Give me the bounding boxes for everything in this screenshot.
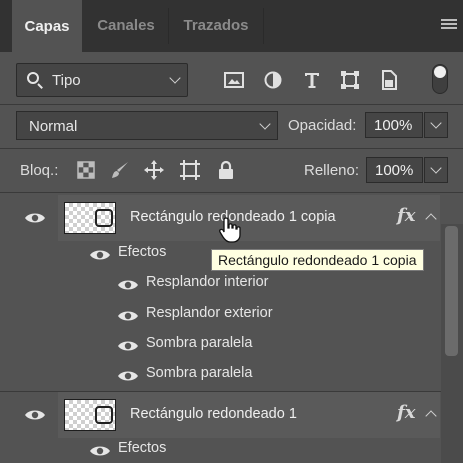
visibility-eye-icon[interactable] <box>117 309 139 323</box>
effect-name: Sombra paralela <box>146 335 253 351</box>
effects-label: Efectos <box>118 440 167 456</box>
visibility-eye-icon[interactable] <box>89 248 111 262</box>
smart-object-filter-icon[interactable] <box>377 68 401 92</box>
blend-mode-value: Normal <box>29 118 78 135</box>
visibility-eye-icon[interactable] <box>24 408 46 422</box>
opacity-input[interactable]: 100% <box>365 112 423 138</box>
adjustment-filter-icon[interactable] <box>261 68 285 92</box>
lock-transparent-pixels-icon[interactable] <box>74 158 98 182</box>
hand-cursor-icon <box>219 217 241 243</box>
effect-name: Sombra paralela <box>146 365 253 381</box>
shape-layer-icon <box>95 209 113 227</box>
layer-name[interactable]: Rectángulo redondeado 1 <box>130 406 297 422</box>
lock-label: Bloq.: <box>20 162 59 179</box>
layer-filter-select[interactable]: Tipo <box>16 63 188 97</box>
chevron-down-icon <box>430 162 442 174</box>
tab-layers-label: Capas <box>24 17 70 35</box>
image-filter-icon[interactable] <box>222 68 246 92</box>
visibility-eye-icon[interactable] <box>24 211 46 225</box>
fill-dropdown-button[interactable] <box>424 157 448 183</box>
effects-group-row[interactable]: Efectos <box>0 434 440 463</box>
effect-name: Resplandor exterior <box>146 305 273 321</box>
tab-paths[interactable]: Trazados <box>169 0 263 50</box>
layer-thumbnail <box>64 202 116 234</box>
text-filter-icon[interactable] <box>300 68 324 92</box>
opacity-label: Opacidad: <box>288 117 357 134</box>
divider <box>0 148 463 149</box>
tab-paths-label: Trazados <box>183 16 249 34</box>
visibility-eye-icon[interactable] <box>117 278 139 292</box>
effect-row[interactable]: Resplandor exterior <box>0 299 440 329</box>
effect-name: Resplandor interior <box>146 274 269 290</box>
shape-layer-icon <box>95 406 113 424</box>
lock-artboard-icon[interactable] <box>178 158 202 182</box>
chevron-down-icon <box>259 118 271 130</box>
tab-divider <box>263 8 264 44</box>
lock-all-icon[interactable] <box>214 158 238 182</box>
fill-label: Relleno: <box>304 162 360 179</box>
effect-row[interactable]: Resplandor interior <box>0 268 440 298</box>
blend-mode-select[interactable]: Normal <box>16 111 278 140</box>
fill-input[interactable]: 100% <box>366 157 423 183</box>
layer-name-tooltip: Rectángulo redondeado 1 copia <box>211 249 424 271</box>
fill-value: 100% <box>375 162 414 179</box>
effects-label: Efectos <box>118 244 167 260</box>
filter-type-label: Tipo <box>52 72 81 89</box>
layer-row[interactable]: Rectángulo redondeado 1 fx <box>0 392 440 438</box>
filter-toggle-switch[interactable] <box>432 64 448 94</box>
divider <box>0 192 463 193</box>
tab-layers[interactable]: Capas <box>12 0 82 52</box>
divider <box>0 104 463 105</box>
panel-tab-bar: Capas Canales Trazados <box>0 0 463 52</box>
layer-effects-icon[interactable]: fx <box>397 205 415 226</box>
layer-effects-icon[interactable]: fx <box>397 402 415 423</box>
lock-position-icon[interactable] <box>142 158 166 182</box>
visibility-eye-icon[interactable] <box>117 339 139 353</box>
visibility-eye-icon[interactable] <box>117 369 139 383</box>
tab-channels[interactable]: Canales <box>84 0 168 50</box>
effect-row[interactable]: Sombra paralela <box>0 329 440 359</box>
panel-menu-icon[interactable] <box>441 19 457 31</box>
visibility-eye-icon[interactable] <box>89 444 111 458</box>
tab-channels-label: Canales <box>97 16 155 34</box>
opacity-value: 100% <box>374 117 413 134</box>
effect-row[interactable]: Sombra paralela <box>0 359 440 389</box>
shape-filter-icon[interactable] <box>338 68 362 92</box>
layer-thumbnail <box>64 399 116 431</box>
opacity-dropdown-button[interactable] <box>424 112 448 138</box>
chevron-down-icon <box>169 72 181 84</box>
layers-scrollbar[interactable] <box>441 224 463 463</box>
scrollbar-thumb[interactable] <box>445 226 458 356</box>
search-icon <box>27 72 39 84</box>
lock-image-pixels-icon[interactable] <box>108 158 132 182</box>
chevron-down-icon <box>430 117 442 129</box>
